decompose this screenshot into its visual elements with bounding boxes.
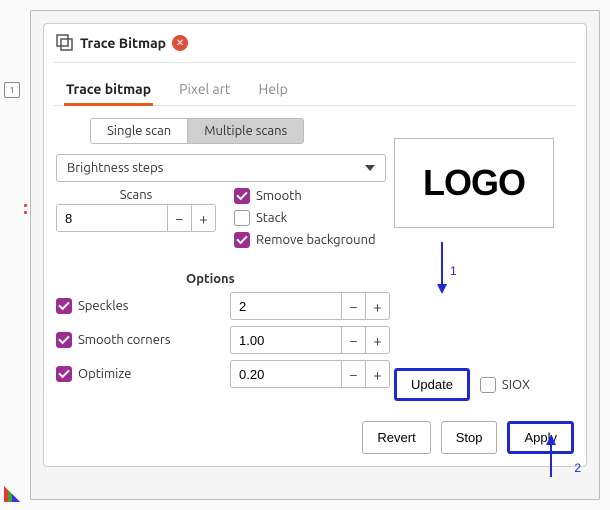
options-header: Options <box>186 272 386 286</box>
optimize-label: Optimize <box>78 367 131 381</box>
scan-mode-toggle: Single scan Multiple scans <box>90 118 304 144</box>
speckles-stepper: − + <box>230 292 390 320</box>
annotation-arrow-1 <box>432 240 452 296</box>
multiple-scans-button[interactable]: Multiple scans <box>187 119 303 143</box>
stack-label: Stack <box>256 211 287 225</box>
smooth-corners-checkbox[interactable] <box>56 332 72 348</box>
stack-checkbox[interactable] <box>234 210 250 226</box>
speckles-input[interactable] <box>231 293 341 319</box>
remove-bg-checkbox[interactable] <box>234 232 250 248</box>
speckles-decrement[interactable]: − <box>341 293 365 319</box>
trace-preview: LOGO <box>394 138 554 228</box>
remove-bg-label: Remove background <box>256 233 376 247</box>
annotation-arrow-2 <box>541 435 561 479</box>
optimize-checkbox[interactable] <box>56 366 72 382</box>
tab-help[interactable]: Help <box>258 75 287 105</box>
preview-text: LOGO <box>423 162 525 204</box>
annotation-label-2: 2 <box>574 461 581 475</box>
smooth-checkbox[interactable] <box>234 188 250 204</box>
trace-bitmap-icon <box>56 34 74 52</box>
left-ruler-marks <box>24 200 28 218</box>
scans-decrement[interactable]: − <box>167 205 191 231</box>
smooth-corners-stepper: − + <box>230 326 390 354</box>
trace-bitmap-dialog: Trace Bitmap ✕ Trace bitmap Pixel art He… <box>43 23 587 467</box>
dialog-action-row: Revert Stop Apply <box>44 421 574 454</box>
tab-strip: Trace bitmap Pixel art Help <box>44 67 586 105</box>
speckles-label: Speckles <box>78 299 128 313</box>
annotation-label-1: 1 <box>450 264 457 278</box>
method-dropdown[interactable]: Brightness steps <box>56 154 386 182</box>
scans-input[interactable] <box>57 205 167 231</box>
speckles-increment[interactable]: + <box>365 293 389 319</box>
method-selected-label: Brightness steps <box>67 161 163 175</box>
stop-button[interactable]: Stop <box>441 421 498 454</box>
update-button[interactable]: Update <box>394 368 470 401</box>
scans-stepper: − + <box>56 204 216 232</box>
smooth-corners-input[interactable] <box>231 327 341 353</box>
revert-button[interactable]: Revert <box>362 421 430 454</box>
siox-label: SIOX <box>502 378 530 392</box>
title-divider <box>54 62 576 63</box>
color-picker-icon[interactable] <box>4 486 20 502</box>
smooth-corners-label: Smooth corners <box>78 333 170 347</box>
dialog-title-bar: Trace Bitmap ✕ <box>44 24 586 58</box>
page-indicator: 1 <box>4 82 20 98</box>
tab-trace-bitmap[interactable]: Trace bitmap <box>66 75 151 105</box>
close-icon[interactable]: ✕ <box>172 35 188 51</box>
single-scan-button[interactable]: Single scan <box>91 119 187 143</box>
optimize-decrement[interactable]: − <box>341 361 365 387</box>
outer-frame: Trace Bitmap ✕ Trace bitmap Pixel art He… <box>30 10 600 500</box>
optimize-stepper: − + <box>230 360 390 388</box>
dialog-title: Trace Bitmap <box>80 35 166 51</box>
smooth-corners-decrement[interactable]: − <box>341 327 365 353</box>
optimize-increment[interactable]: + <box>365 361 389 387</box>
smooth-label: Smooth <box>256 189 302 203</box>
chevron-down-icon <box>365 165 375 171</box>
scans-increment[interactable]: + <box>191 205 215 231</box>
siox-checkbox[interactable] <box>480 377 496 393</box>
tab-pixel-art[interactable]: Pixel art <box>179 75 230 105</box>
speckles-checkbox[interactable] <box>56 298 72 314</box>
smooth-corners-increment[interactable]: + <box>365 327 389 353</box>
scans-label: Scans <box>56 188 216 202</box>
optimize-input[interactable] <box>231 361 341 387</box>
